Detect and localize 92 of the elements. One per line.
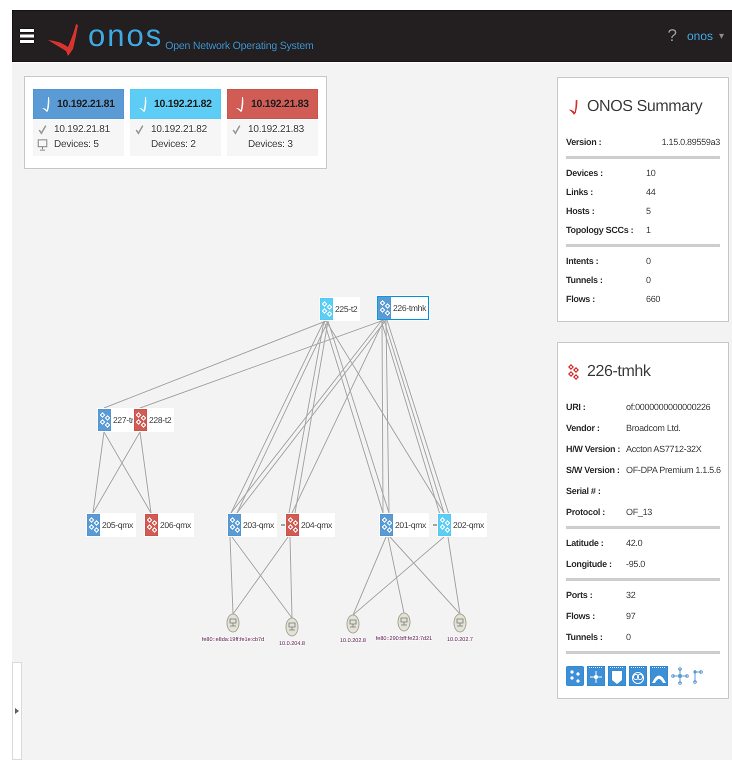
toolbar-button[interactable] <box>671 666 689 686</box>
cluster-node-card[interactable]: 10.192.21.82 10.192.21.82 Devices: 2 <box>130 89 221 156</box>
device-node[interactable]: 203-qmx <box>227 513 277 537</box>
property-value: 0 <box>646 256 652 266</box>
node-label: 202-qmx <box>452 519 485 532</box>
property-value: 44 <box>646 187 656 197</box>
host-icon[interactable] <box>286 618 298 636</box>
property-value: of:0000000000000226 <box>626 402 712 412</box>
property-label: Protocol : <box>566 507 606 517</box>
property-value: Broadcom Ltd. <box>626 423 682 433</box>
property-label: Vendor : <box>566 423 601 433</box>
device-node[interactable]: 225-t2 <box>319 297 360 321</box>
property-value: 42.0 <box>626 538 644 548</box>
property-label: Intents : <box>566 256 600 266</box>
toolbar-button[interactable] <box>629 666 647 686</box>
panel-title: 226-tmhk <box>587 363 650 381</box>
property-label: Tunnels : <box>566 275 604 285</box>
property-label: Serial # : <box>566 486 602 496</box>
cluster-node-card[interactable]: 10.192.21.83 10.192.21.83 Devices: 3 <box>227 89 318 156</box>
property-label: Devices : <box>566 168 604 178</box>
node-label: 205-qmx <box>101 519 134 532</box>
host-icon[interactable] <box>454 614 466 632</box>
property-value: -95.0 <box>626 559 646 569</box>
cluster-node-ip: 10.192.21.81 <box>54 124 110 135</box>
device-count: Devices: 3 <box>248 139 293 150</box>
property-label: Ports : <box>566 590 594 600</box>
cluster-node-ip: 10.192.21.83 <box>248 124 304 135</box>
property-label: Topology SCCs : <box>566 225 634 235</box>
node-label: 225-t2 <box>334 303 358 316</box>
link-line <box>433 524 437 526</box>
user-menu[interactable]: onos <box>686 29 713 43</box>
device-node[interactable]: 226-tmhk <box>377 296 430 320</box>
cluster-node-ip: 10.192.21.82 <box>151 124 207 135</box>
property-value: 660 <box>646 294 662 304</box>
panel-toggle-tab[interactable] <box>12 662 22 760</box>
property-label: S/W Version : <box>566 465 621 475</box>
property-value: 10 <box>646 168 656 178</box>
cluster-node-card[interactable]: 10.192.21.81 10.192.21.81 Devices: 5 <box>33 89 124 156</box>
node-label: 206-qmx <box>159 519 192 532</box>
arrow-right-icon <box>15 708 19 714</box>
device-node[interactable]: 201-qmx <box>379 513 429 537</box>
property-label: URI : <box>566 402 586 412</box>
device-node[interactable]: 205-qmx <box>86 513 136 537</box>
cluster-node-title: 10.192.21.82 <box>154 98 212 110</box>
cluster-node-title: 10.192.21.81 <box>57 98 115 110</box>
panel-title: ONOS Summary <box>587 98 702 116</box>
menu-icon[interactable] <box>20 28 34 44</box>
node-label: 203-qmx <box>242 519 275 532</box>
host-icon[interactable] <box>398 612 410 632</box>
property-label: Version : <box>566 137 602 147</box>
property-label: Flows : <box>566 294 596 304</box>
device-node[interactable]: 228-t2 <box>133 408 174 432</box>
property-value: OF_13 <box>626 507 654 517</box>
node-label: 204-qmx <box>300 519 333 532</box>
node-label: 201-qmx <box>394 519 427 532</box>
property-value: 0 <box>646 275 652 285</box>
property-value: OF-DPA Premium 1.1.5.6 <box>626 465 722 475</box>
node-label: 228-t2 <box>148 414 172 427</box>
node-label: 227-tr <box>112 414 134 427</box>
toolbar-button[interactable] <box>566 666 584 686</box>
property-value: 1 <box>646 225 652 235</box>
switch-icon <box>568 364 580 380</box>
property-value: 97 <box>626 611 636 621</box>
device-count: Devices: 2 <box>151 139 196 150</box>
node-label: 226-tmhk <box>392 302 428 315</box>
device-node[interactable]: 202-qmx <box>437 513 487 537</box>
property-label: Longitude : <box>566 559 613 569</box>
tagline: Open Network Operating System <box>165 40 314 52</box>
caret-icon[interactable]: ▾ <box>719 30 724 42</box>
property-value: 32 <box>626 590 636 600</box>
toolbar-button[interactable] <box>650 666 668 686</box>
toolbar-button[interactable] <box>608 666 626 686</box>
device-count: Devices: 5 <box>54 139 99 150</box>
property-label: Links : <box>566 187 594 197</box>
device-node[interactable]: 204-qmx <box>285 513 335 537</box>
toolbar-button[interactable] <box>587 666 605 686</box>
property-label: H/W Version : <box>566 444 622 454</box>
device-node[interactable]: 206-qmx <box>144 513 194 537</box>
host-icon[interactable] <box>346 614 360 634</box>
property-label: Hosts : <box>566 206 596 216</box>
link-line <box>281 524 285 526</box>
property-label: Flows : <box>566 611 596 621</box>
cluster-node-title: 10.192.21.83 <box>251 98 309 110</box>
property-value: 5 <box>646 206 652 216</box>
property-value: Accton AS7712-32X <box>626 444 702 454</box>
property-value: 1.15.0.89559a3 <box>660 137 720 147</box>
property-value: 0 <box>626 632 632 642</box>
property-label: Latitude : <box>566 538 604 548</box>
host-icon[interactable] <box>226 614 240 632</box>
property-label: Tunnels : <box>566 632 604 642</box>
logo-text: onos <box>88 20 164 50</box>
help-link[interactable]: ? <box>668 26 677 46</box>
